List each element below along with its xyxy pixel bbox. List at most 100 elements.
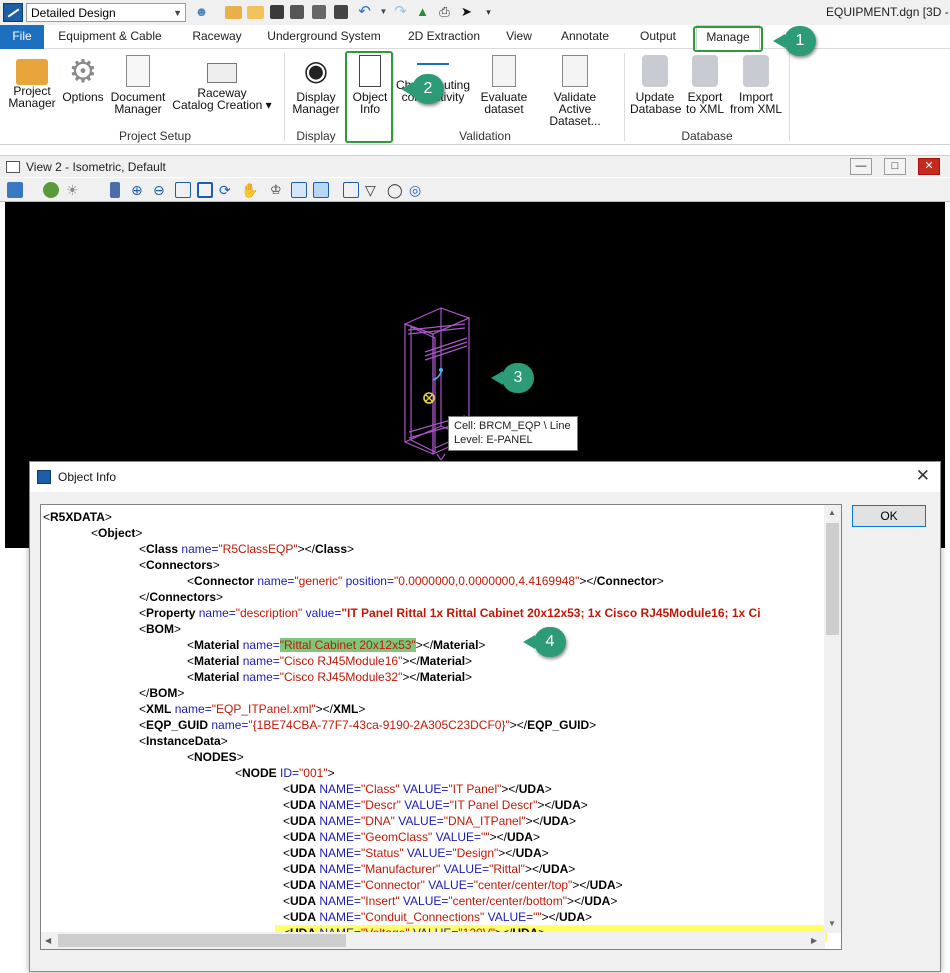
xml-attribute: name=: [181, 542, 219, 556]
user-icon[interactable]: ☻: [193, 4, 210, 20]
tab-output[interactable]: Output: [630, 25, 686, 49]
zoom-out-icon[interactable]: ⊖: [153, 182, 169, 198]
select-cursor-icon[interactable]: ➤: [458, 4, 475, 20]
evaluate-dataset-button[interactable]: Evaluate dataset: [478, 55, 530, 115]
view-attributes-icon[interactable]: [7, 182, 23, 198]
close-icon[interactable]: ✕: [916, 467, 930, 485]
xml-line: <UDA NAME="Descr" VALUE="IT Panel Descr"…: [43, 797, 827, 813]
app-logo-icon[interactable]: [3, 3, 23, 22]
update-database-button[interactable]: Update Database: [630, 55, 681, 115]
group-label-validation: Validation: [459, 129, 511, 143]
save-all-icon[interactable]: [290, 5, 304, 19]
maximize-icon[interactable]: □: [884, 158, 906, 175]
xml-tag: <NODE: [235, 766, 277, 780]
xml-tag: <Object>: [91, 526, 143, 540]
redo-icon[interactable]: ↷: [392, 4, 409, 20]
open-folder-icon[interactable]: [247, 6, 264, 19]
clip-mask-icon[interactable]: ◯: [387, 182, 403, 198]
xml-line: <Material name="Cisco RJ45Module16"></Ma…: [43, 653, 827, 669]
minimize-icon[interactable]: —: [850, 158, 872, 175]
window-area-icon[interactable]: [175, 182, 191, 198]
tab-annotate[interactable]: Annotate: [552, 25, 618, 49]
xml-value: "001": [299, 766, 328, 780]
xml-attribute: ID=: [280, 766, 300, 780]
xml-tag: ></UDA>: [572, 878, 623, 892]
import-from-xml-button[interactable]: Import from XML: [728, 55, 784, 115]
tab-raceway[interactable]: Raceway: [182, 25, 252, 49]
import-xml-icon: [743, 55, 769, 87]
xml-tag: ></UDA>: [498, 846, 549, 860]
scroll-down-icon[interactable]: ▼: [828, 919, 836, 928]
chevron-down-icon[interactable]: ▼: [375, 4, 392, 20]
tab-underground-system[interactable]: Underground System: [262, 25, 386, 49]
xml-text-area[interactable]: <R5XDATA> <Object> <Class name="R5ClassEQP…: [40, 504, 842, 950]
settings-icon[interactable]: ☀: [66, 182, 82, 198]
dialog-app-icon: [37, 470, 51, 484]
tab-equipment-cable[interactable]: Equipment & Cable: [48, 25, 172, 49]
import-xml-label-2: from XML: [729, 102, 782, 116]
tab-2d-extraction[interactable]: 2D Extraction: [400, 25, 488, 49]
tab-view[interactable]: View: [500, 25, 538, 49]
xml-value: "description": [235, 606, 306, 620]
undo-icon[interactable]: ↶: [356, 4, 373, 20]
pan-view-icon[interactable]: ✋: [241, 182, 258, 198]
fit-view-icon[interactable]: [197, 182, 213, 198]
xml-line: <InstanceData>: [43, 733, 827, 749]
validate-active-dataset-button[interactable]: Validate Active Dataset...: [532, 55, 618, 127]
ok-button[interactable]: OK: [852, 505, 926, 527]
xml-value: "Rittal": [489, 862, 525, 876]
xml-tag: ></EQP_GUID>: [509, 718, 597, 732]
zoom-in-icon[interactable]: ⊕: [131, 182, 147, 198]
xml-value: "GeomClass": [361, 830, 436, 844]
save-icon[interactable]: [270, 5, 284, 19]
group-separator: [789, 53, 790, 141]
export-to-xml-button[interactable]: Export to XML: [682, 55, 728, 115]
options-button[interactable]: ⚙ Options: [60, 55, 106, 103]
xml-line: <UDA NAME="Conduit_Connections" VALUE=""…: [43, 909, 827, 925]
vertical-scroll-thumb[interactable]: [826, 523, 839, 635]
tab-manage[interactable]: Manage: [696, 25, 760, 49]
xml-attribute: name=: [242, 638, 280, 652]
xml-attribute: name=: [174, 702, 212, 716]
scroll-right-icon[interactable]: ▶: [811, 936, 817, 945]
horizontal-scrollbar[interactable]: ◀ ▶: [41, 932, 825, 949]
project-manager-button[interactable]: Project Manager: [6, 55, 58, 109]
scroll-up-icon[interactable]: ▲: [828, 508, 836, 517]
close-icon[interactable]: ✕: [918, 158, 940, 175]
display-style-icon[interactable]: [43, 182, 59, 198]
dialog-title: Object Info: [58, 470, 117, 484]
xml-tag: ></UDA>: [541, 910, 593, 924]
xml-value: "IT Panel Descr": [449, 798, 538, 812]
xml-tag: <Connectors>: [139, 558, 220, 572]
rotate-view-icon[interactable]: ⟳: [219, 182, 235, 198]
xml-tag: <Class: [139, 542, 179, 556]
pin-icon[interactable]: ▲: [414, 4, 431, 20]
tab-file[interactable]: File: [0, 25, 44, 49]
update-view-icon[interactable]: [110, 182, 120, 198]
compress-icon[interactable]: [312, 5, 326, 19]
display-manager-button[interactable]: ◉ Display Manager: [290, 55, 342, 115]
window-title: EQUIPMENT.dgn [3D - V: [826, 5, 950, 19]
xml-line: <Class name="R5ClassEQP"></Class>: [43, 541, 827, 557]
print-icon[interactable]: ⎙: [436, 4, 453, 20]
next-view-icon[interactable]: [313, 182, 329, 198]
walk-icon[interactable]: ♔: [270, 182, 286, 198]
save-settings-icon[interactable]: [334, 5, 348, 19]
folder-icon[interactable]: [225, 6, 242, 19]
raceway-catalog-creation-button[interactable]: Raceway Catalog Creation ▾: [170, 63, 274, 111]
vertical-scrollbar[interactable]: ▲ ▼: [824, 505, 841, 933]
horizontal-scroll-thumb[interactable]: [58, 934, 346, 947]
workflow-dropdown[interactable]: Detailed Design ▼: [26, 3, 186, 22]
object-info-button[interactable]: Object Info: [349, 55, 391, 115]
raceway-catalog-label-2: Catalog Creation ▾: [172, 98, 272, 112]
clip-volume-icon[interactable]: ▽: [365, 182, 381, 198]
document-manager-button[interactable]: Document Manager: [108, 55, 168, 115]
customize-chevron-icon[interactable]: ▾: [480, 4, 497, 20]
callout-2: 2: [401, 74, 444, 104]
xml-tag: <UDA: [283, 846, 317, 860]
camera-icon[interactable]: ◎: [409, 182, 425, 198]
scroll-left-icon[interactable]: ◀: [45, 936, 51, 945]
view-rotation-icon[interactable]: [343, 182, 359, 198]
previous-view-icon[interactable]: [291, 182, 307, 198]
chevron-down-icon: ▼: [173, 8, 182, 18]
